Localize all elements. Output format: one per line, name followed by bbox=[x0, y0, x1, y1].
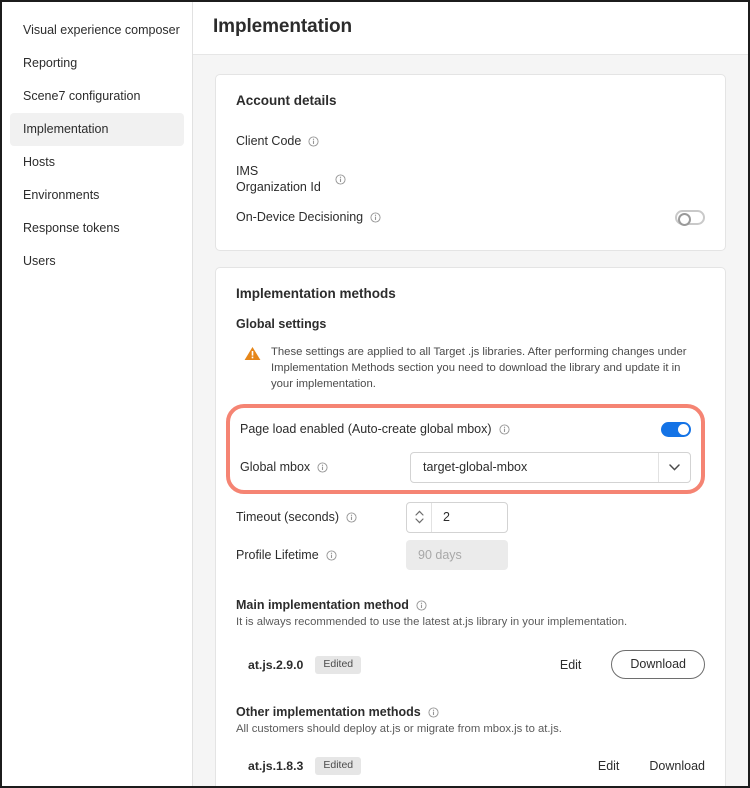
page-load-enabled-label: Page load enabled (Auto-create global mb… bbox=[240, 422, 492, 436]
sidebar-nav: Visual experience composer Reporting Sce… bbox=[2, 2, 193, 786]
account-details-title: Account details bbox=[236, 93, 337, 108]
warning-text: These settings are applied to all Target… bbox=[271, 346, 687, 390]
global-mbox-label-group: Global mbox bbox=[240, 459, 410, 475]
sidebar-item-users[interactable]: Users bbox=[10, 245, 184, 278]
other-implementation-methods-block: Other implementation methods All custome… bbox=[236, 705, 705, 775]
profile-lifetime-label-group: Profile Lifetime bbox=[236, 547, 406, 563]
timeout-stepper[interactable]: 2 bbox=[406, 501, 508, 533]
global-mbox-label: Global mbox bbox=[240, 460, 311, 474]
main-library-download-button[interactable]: Download bbox=[611, 650, 705, 679]
info-icon[interactable] bbox=[346, 511, 357, 523]
timeout-label: Timeout (seconds) bbox=[236, 510, 340, 524]
implementation-methods-title: Implementation methods bbox=[236, 286, 396, 301]
stepper-arrows[interactable] bbox=[407, 502, 432, 532]
on-device-decisioning-toggle[interactable] bbox=[675, 209, 705, 226]
timeout-value[interactable]: 2 bbox=[432, 503, 507, 532]
implementation-methods-card: Implementation methods Global settings T… bbox=[215, 267, 726, 786]
warning-triangle-icon bbox=[244, 346, 261, 366]
info-icon[interactable] bbox=[308, 135, 319, 147]
main-library-row: at.js.2.9.0 Edited Edit Download bbox=[236, 650, 705, 679]
info-icon[interactable] bbox=[317, 461, 328, 473]
chevron-down-icon bbox=[414, 518, 424, 524]
on-device-decisioning-label: On-Device Decisioning bbox=[236, 210, 364, 224]
page-load-enabled-row: Page load enabled (Auto-create global mb… bbox=[240, 412, 691, 446]
other-library-edited-badge: Edited bbox=[315, 757, 362, 775]
sidebar-item-label: Environments bbox=[23, 188, 100, 202]
client-code-row: Client Code bbox=[236, 124, 705, 158]
ims-org-label: IMS Organization Id bbox=[236, 164, 321, 194]
main-implementation-method-heading: Main implementation method bbox=[236, 598, 409, 612]
main-content: Implementation Account details Client Co… bbox=[193, 2, 748, 786]
info-icon[interactable] bbox=[428, 706, 439, 718]
client-code-label-group: Client Code bbox=[236, 133, 319, 149]
sidebar-item-hosts[interactable]: Hosts bbox=[10, 146, 184, 179]
other-library-edit-button[interactable]: Edit bbox=[598, 759, 620, 773]
chevron-up-icon bbox=[414, 510, 424, 516]
info-icon[interactable] bbox=[326, 549, 337, 561]
sidebar-item-label: Reporting bbox=[23, 56, 78, 70]
main-library-edited-badge: Edited bbox=[315, 655, 362, 674]
sidebar-item-response-tokens[interactable]: Response tokens bbox=[10, 212, 184, 245]
info-icon[interactable] bbox=[499, 423, 510, 435]
highlighted-global-mbox-region: Page load enabled (Auto-create global mb… bbox=[226, 404, 705, 494]
other-library-row: at.js.1.8.3 Edited Edit Download bbox=[236, 757, 705, 775]
other-implementation-methods-description: All customers should deploy at.js or mig… bbox=[236, 723, 562, 735]
info-icon[interactable] bbox=[416, 599, 427, 611]
ims-org-row: IMS Organization Id bbox=[236, 162, 705, 196]
main-implementation-method-block: Main implementation method It is always … bbox=[236, 598, 705, 679]
other-implementation-methods-heading: Other implementation methods bbox=[236, 705, 421, 719]
sidebar-item-reporting[interactable]: Reporting bbox=[10, 47, 184, 80]
main-library-name: at.js.2.9.0 bbox=[248, 657, 304, 672]
sidebar-item-implementation[interactable]: Implementation bbox=[10, 113, 184, 146]
sidebar-item-label: Visual experience composer bbox=[23, 23, 180, 37]
global-settings-title: Global settings bbox=[236, 317, 327, 331]
sidebar-item-label: Hosts bbox=[23, 155, 55, 169]
account-details-card: Account details Client Code IMS Organiza… bbox=[215, 74, 726, 251]
on-device-decisioning-label-group: On-Device Decisioning bbox=[236, 209, 381, 225]
global-mbox-selected-value: target-global-mbox bbox=[423, 460, 528, 474]
global-settings-warning: These settings are applied to all Target… bbox=[236, 342, 705, 394]
page-title: Implementation bbox=[213, 16, 353, 37]
global-mbox-row: Global mbox target-global-mbox bbox=[240, 450, 691, 484]
main-library-edit-button[interactable]: Edit bbox=[560, 658, 582, 672]
sidebar-item-environments[interactable]: Environments bbox=[10, 179, 184, 212]
settings-scroll-area: Account details Client Code IMS Organiza… bbox=[193, 55, 748, 786]
info-icon[interactable] bbox=[335, 173, 346, 185]
page-load-enabled-toggle[interactable] bbox=[661, 421, 691, 437]
main-implementation-method-description: It is always recommended to use the late… bbox=[236, 616, 628, 628]
sidebar-item-label: Implementation bbox=[23, 122, 109, 136]
sidebar-item-label: Response tokens bbox=[23, 221, 120, 235]
page-load-enabled-label-group: Page load enabled (Auto-create global mb… bbox=[240, 421, 510, 437]
timeout-label-group: Timeout (seconds) bbox=[236, 509, 406, 525]
profile-lifetime-value: 90 days bbox=[406, 540, 508, 570]
on-device-decisioning-row: On-Device Decisioning bbox=[236, 200, 705, 234]
sidebar-item-label: Users bbox=[23, 254, 56, 268]
chevron-down-icon[interactable] bbox=[658, 452, 690, 482]
implementation-settings-screen: Visual experience composer Reporting Sce… bbox=[0, 0, 750, 788]
ims-org-label-group: IMS Organization Id bbox=[236, 163, 346, 195]
main-implementation-method-heading-group: Main implementation method bbox=[236, 598, 705, 612]
other-library-download-button[interactable]: Download bbox=[649, 759, 705, 773]
page-header: Implementation bbox=[193, 2, 748, 55]
info-icon[interactable] bbox=[370, 211, 381, 223]
client-code-label: Client Code bbox=[236, 134, 302, 148]
other-library-name: at.js.1.8.3 bbox=[248, 759, 304, 773]
sidebar-item-label: Scene7 configuration bbox=[23, 89, 141, 103]
sidebar-item-visual-experience-composer[interactable]: Visual experience composer bbox=[10, 14, 184, 47]
global-mbox-select[interactable]: target-global-mbox bbox=[410, 451, 691, 483]
profile-lifetime-label: Profile Lifetime bbox=[236, 548, 319, 562]
sidebar-item-scene7-configuration[interactable]: Scene7 configuration bbox=[10, 80, 184, 113]
timeout-row: Timeout (seconds) 2 bbox=[236, 500, 705, 534]
other-implementation-methods-heading-group: Other implementation methods bbox=[236, 705, 705, 719]
profile-lifetime-row: Profile Lifetime 90 days bbox=[236, 538, 705, 572]
